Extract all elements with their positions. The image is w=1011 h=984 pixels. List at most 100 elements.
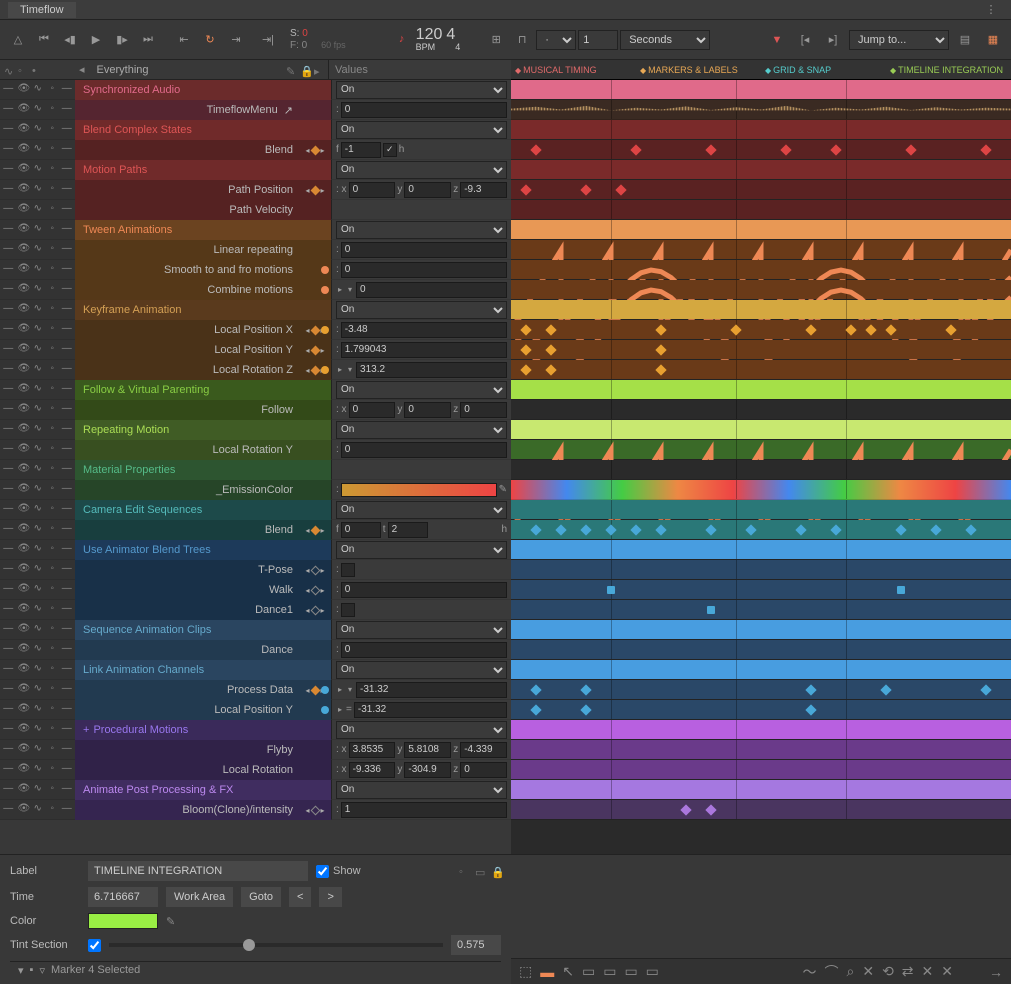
color-swatch[interactable] [88,913,158,929]
track-value[interactable]: On [331,780,511,800]
track-ctrl-icon[interactable]: — [62,604,73,615]
track-row[interactable]: —👁∿◦—TimeflowMenu ↗: [0,100,511,120]
timeline-lane[interactable] [511,680,1011,700]
track-ctrl-icon[interactable]: — [3,504,14,515]
track-ctrl-icon[interactable]: ∿ [33,444,44,455]
keyframe-nav[interactable] [299,620,331,640]
window-tab[interactable]: Timeflow [8,2,76,18]
track-row[interactable]: —👁∿◦—Walk◂▸: [0,580,511,600]
track-row[interactable]: —👁∿◦—Synchronized AudioOn [0,80,511,100]
timeline-lane[interactable] [511,700,1011,720]
track-value[interactable]: : [331,600,511,620]
curve-7-icon[interactable]: ✕ [922,963,934,980]
track-ctrl-icon[interactable]: — [3,484,14,495]
show-checkbox[interactable] [316,865,329,878]
track-ctrl-icon[interactable]: 👁 [18,124,29,135]
track-row[interactable]: —👁∿◦—T-Pose◂▸: [0,560,511,580]
track-ctrl-icon[interactable]: ◦ [47,144,58,155]
track-ctrl-icon[interactable]: ∿ [33,84,44,95]
track-ctrl-icon[interactable]: ◦ [47,504,58,515]
track-ctrl-icon[interactable]: 👁 [18,544,29,555]
track-ctrl-icon[interactable]: ∿ [33,504,44,515]
track-ctrl-icon[interactable]: ∿ [33,624,44,635]
track-ctrl-icon[interactable]: ◦ [47,244,58,255]
eyedropper-icon[interactable]: ✎ [166,915,175,928]
timeline-lane[interactable] [511,660,1011,680]
track-ctrl-icon[interactable]: ◦ [47,644,58,655]
timeline-body[interactable] [511,80,1011,854]
tint-checkbox[interactable] [88,939,101,952]
track-ctrl-icon[interactable]: ∿ [33,124,44,135]
track-ctrl-icon[interactable]: — [62,364,73,375]
track-ctrl-icon[interactable]: — [3,204,14,215]
track-ctrl-icon[interactable]: — [3,444,14,455]
track-ctrl-icon[interactable]: ◦ [47,184,58,195]
track-value[interactable]: : xyz [331,760,511,780]
track-ctrl-icon[interactable]: 👁 [18,704,29,715]
track-ctrl-icon[interactable]: ∿ [33,784,44,795]
timeline-lane[interactable] [511,500,1011,520]
track-ctrl-icon[interactable]: — [62,324,73,335]
track-ctrl-icon[interactable]: ∿ [33,364,44,375]
timeline-marker[interactable]: MARKERS & LABELS [636,65,761,75]
track-ctrl-icon[interactable]: ∿ [33,564,44,575]
panel-icon[interactable]: ▦ [981,28,1005,52]
track-ctrl-icon[interactable]: ◦ [47,84,58,95]
keyframe-nav[interactable]: ◂▸ [299,680,331,700]
timeline-lane[interactable] [511,640,1011,660]
track-value[interactable]: On [331,420,511,440]
track-ctrl-icon[interactable]: ◦ [47,604,58,615]
track-row[interactable]: —👁∿◦—Use Animator Blend TreesOn [0,540,511,560]
track-ctrl-icon[interactable]: ◦ [47,324,58,335]
expand-icon[interactable]: ▿ [39,964,45,977]
track-ctrl-icon[interactable]: ◦ [47,384,58,395]
timeline-lane[interactable] [511,200,1011,220]
keyframe-nav[interactable]: ◂▸ [299,360,331,380]
track-row[interactable]: —👁∿◦—Local Position X◂▸: [0,320,511,340]
opt-a-icon[interactable]: ◦ [459,866,469,876]
track-ctrl-icon[interactable]: — [3,664,14,675]
track-ctrl-icon[interactable]: — [3,724,14,735]
track-ctrl-icon[interactable]: 👁 [18,684,29,695]
timeline-marker[interactable]: MUSICAL TIMING [511,65,636,75]
track-ctrl-icon[interactable]: 👁 [18,404,29,415]
timeline-lane[interactable] [511,180,1011,200]
track-ctrl-icon[interactable]: — [62,104,73,115]
track-row[interactable]: —👁∿◦—Motion PathsOn [0,160,511,180]
track-ctrl-icon[interactable]: ∿ [33,324,44,335]
track-row[interactable]: —👁∿◦—Keyframe AnimationOn [0,300,511,320]
keyframe-nav[interactable] [299,300,331,320]
track-row[interactable]: —👁∿◦—Local Rotation: xyz [0,760,511,780]
track-ctrl-icon[interactable]: ∿ [33,484,44,495]
track-ctrl-icon[interactable]: ◦ [47,584,58,595]
box-c-icon[interactable]: ▭ [624,963,637,980]
track-ctrl-icon[interactable]: ◦ [47,204,58,215]
curve-5-icon[interactable]: ⟲ [882,963,894,980]
track-ctrl-icon[interactable]: — [3,364,14,375]
circle-icon[interactable]: ◦ [18,65,28,75]
track-row[interactable]: —👁∿◦—Repeating MotionOn [0,420,511,440]
track-ctrl-icon[interactable]: ◦ [47,344,58,355]
curve-1-icon[interactable]: 〜 [802,962,816,982]
range-start-icon[interactable]: ⇤ [172,28,196,52]
track-ctrl-icon[interactable]: — [3,424,14,435]
track-ctrl-icon[interactable]: — [3,164,14,175]
track-ctrl-icon[interactable]: — [62,524,73,535]
track-value[interactable] [331,200,511,220]
keyframe-nav[interactable]: ◂▸ [299,180,331,200]
track-ctrl-icon[interactable]: 👁 [18,364,29,375]
track-ctrl-icon[interactable]: ∿ [33,604,44,615]
track-row[interactable]: —👁∿◦—Animate Post Processing & FXOn [0,780,511,800]
track-ctrl-icon[interactable]: 👁 [18,104,29,115]
track-ctrl-icon[interactable]: — [3,104,14,115]
track-value[interactable]: On [331,160,511,180]
track-ctrl-icon[interactable]: — [3,604,14,615]
timeline-lane[interactable] [511,780,1011,800]
track-ctrl-icon[interactable]: — [62,444,73,455]
track-ctrl-icon[interactable]: 👁 [18,644,29,655]
timeline-lane[interactable] [511,300,1011,320]
time-unit-select[interactable]: Seconds [620,30,710,50]
keyframe-nav[interactable] [299,500,331,520]
track-ctrl-icon[interactable]: 👁 [18,264,29,275]
timeline-lane[interactable] [511,480,1011,500]
